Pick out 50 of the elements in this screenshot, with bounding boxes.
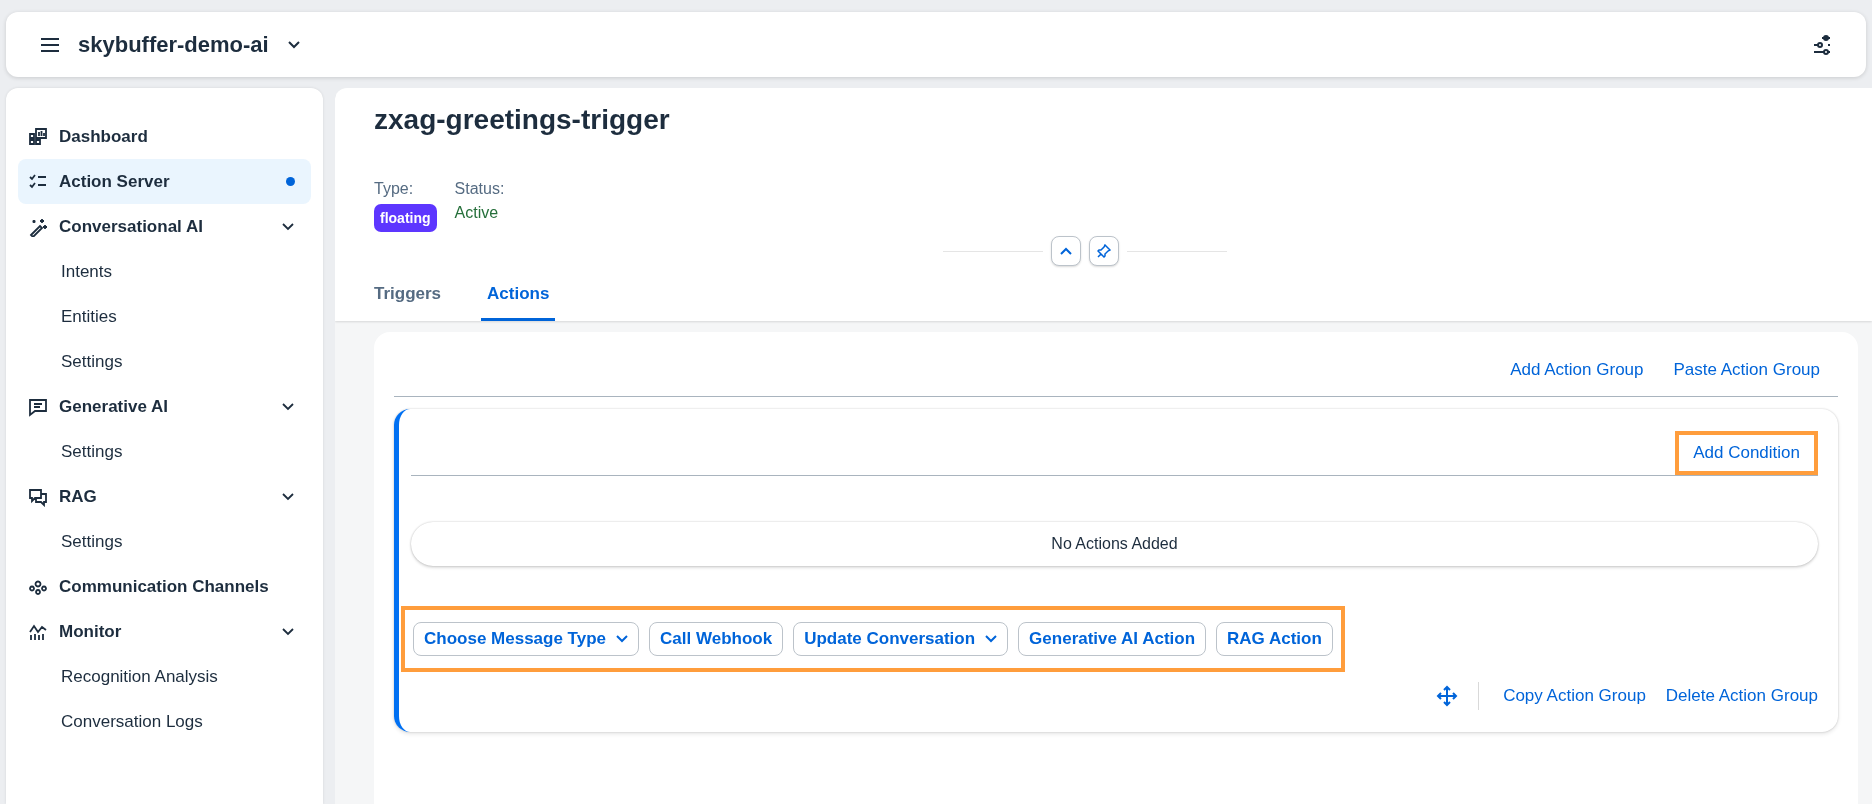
collapse-button[interactable] <box>1051 236 1081 266</box>
status-text: Active <box>454 204 499 222</box>
sidebar-item[interactable]: Dashboard <box>18 114 311 159</box>
sidebar-item[interactable]: Conversational AI <box>18 204 311 249</box>
tab[interactable]: Actions <box>481 272 556 321</box>
sidebar-subitem[interactable]: Settings <box>18 429 311 474</box>
selected-dot <box>286 177 295 186</box>
chats-icon <box>28 486 48 507</box>
sidebar-subitem[interactable]: Conversation Logs <box>18 699 311 744</box>
sidebar-subitem[interactable]: Recognition Analysis <box>18 654 311 699</box>
sidebar-subitem[interactable]: Entities <box>18 294 311 339</box>
action-button[interactable]: Update Conversation <box>793 622 1009 656</box>
sidebar-subitem[interactable]: Intents <box>18 249 311 294</box>
attribute-label: Status: <box>454 180 505 198</box>
chevron-icon[interactable] <box>281 221 295 232</box>
pin-icon <box>1097 244 1111 258</box>
app-title: skybuffer-demo-ai <box>78 31 269 58</box>
sidebar-subitem[interactable]: Settings <box>18 339 311 384</box>
footer-link[interactable]: Copy Action Group <box>1503 686 1646 706</box>
sidebar-item[interactable]: RAG <box>18 474 311 519</box>
sidebar-item[interactable]: Monitor <box>18 609 311 654</box>
magic-wand-icon <box>28 216 48 237</box>
chevron-icon[interactable] <box>281 401 295 412</box>
tab[interactable]: Triggers <box>374 272 448 321</box>
menu-icon[interactable] <box>40 36 60 53</box>
sidebar-item[interactable]: Communication Channels <box>18 564 311 609</box>
sidebar-subitem[interactable]: Settings <box>18 519 311 564</box>
settings-sliders-icon[interactable] <box>1812 33 1832 56</box>
type-badge: floating <box>374 204 437 232</box>
action-button[interactable]: Choose Message Type <box>413 622 640 656</box>
add-condition-link[interactable]: Add Condition <box>1675 431 1818 475</box>
footer-link[interactable]: Delete Action Group <box>1665 686 1818 706</box>
sidebar-item[interactable]: Action Server <box>18 159 311 204</box>
attribute-label: Type: <box>374 180 414 198</box>
dashboard-icon <box>28 126 48 147</box>
object-title: zxag-greetings-trigger <box>374 103 671 137</box>
toolbar-link[interactable]: Add Action Group <box>1510 360 1644 380</box>
chat-icon <box>28 396 48 417</box>
chevron-down-icon[interactable] <box>286 39 301 50</box>
chevron-icon[interactable] <box>281 491 295 502</box>
pin-button[interactable] <box>1089 236 1119 266</box>
toolbar-link[interactable]: Paste Action Group <box>1673 360 1820 380</box>
move-arrows-icon[interactable] <box>1436 685 1459 707</box>
action-button[interactable]: RAG Action <box>1216 622 1333 656</box>
chevron-icon[interactable] <box>281 626 295 637</box>
action-button[interactable]: Generative AI Action <box>1018 622 1207 656</box>
sidebar-item[interactable]: Generative AI <box>18 384 311 429</box>
chevron-up-icon <box>1060 247 1072 255</box>
action-button[interactable]: Call Webhook <box>649 622 784 656</box>
empty-actions-bar: No Actions Added <box>411 522 1818 566</box>
